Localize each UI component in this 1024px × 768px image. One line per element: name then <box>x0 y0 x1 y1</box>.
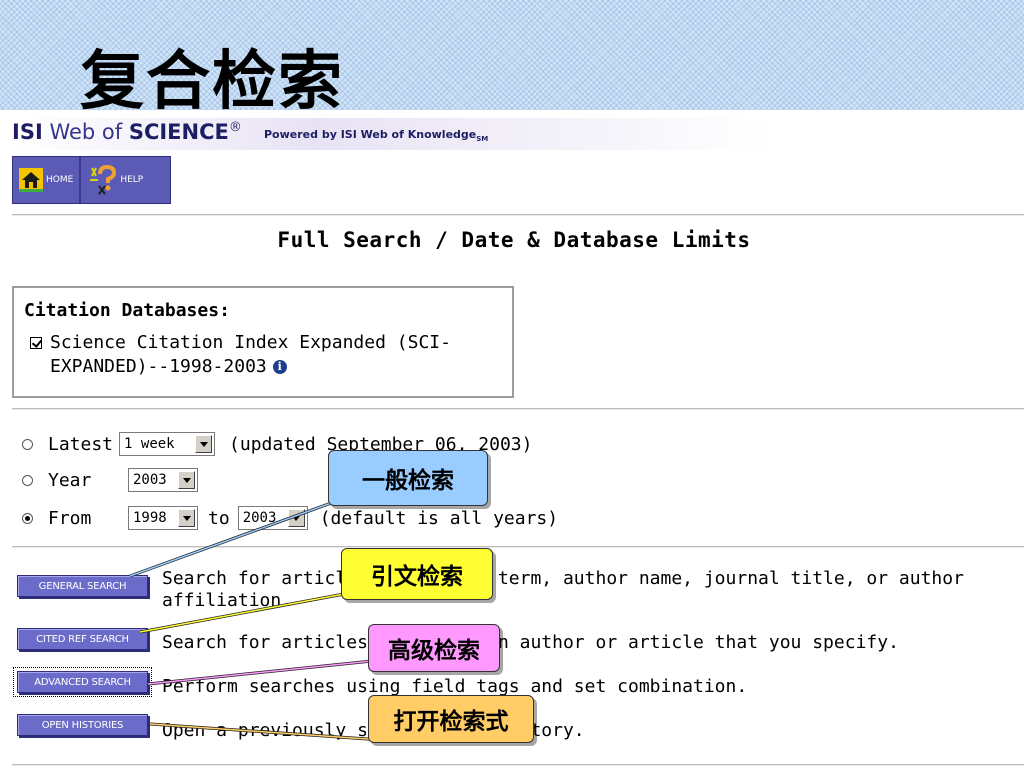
to-label: to <box>208 507 230 529</box>
general-search-button[interactable]: GENERAL SEARCH <box>17 575 148 597</box>
brand-bar: ISI Web of SCIENCE® Powered by ISI Web o… <box>12 118 772 150</box>
nav-toolbar: HOME HELP <box>12 156 171 204</box>
sci-expanded-checkbox[interactable] <box>30 337 42 349</box>
wos-page: ISI Web of SCIENCE® Powered by ISI Web o… <box>0 110 1024 768</box>
open-histories-button[interactable]: OPEN HISTORIES <box>17 714 148 736</box>
year-radio[interactable] <box>22 474 33 486</box>
database-option-sci-expanded: Science Citation Index Expanded (SCI- EX… <box>24 331 502 379</box>
year-label: Year <box>48 469 92 491</box>
callout-advanced-search: 高级检索 <box>368 624 500 672</box>
database-entry-line1: Science Citation Index Expanded (SCI- <box>50 332 451 353</box>
callout-cited-search: 引文检索 <box>341 548 493 600</box>
default-years-note: (default is all years) <box>319 507 559 529</box>
divider <box>12 214 1024 216</box>
help-button[interactable]: HELP <box>79 157 149 203</box>
slide-title: 复合检索 <box>80 45 344 119</box>
citation-databases-title: Citation Databases: <box>24 300 230 321</box>
year-select[interactable]: 2003 <box>128 468 198 492</box>
logo-registered-mark: ® <box>228 120 242 135</box>
advanced-search-button[interactable]: ADVANCED SEARCH <box>13 667 152 697</box>
chevron-down-icon <box>178 509 195 527</box>
callout-open-histories: 打开检索式 <box>368 695 534 743</box>
general-search-description: Search for articles by subject term, aut… <box>162 568 964 612</box>
database-entry-line2: EXPANDED)--1998-2003 <box>50 356 267 377</box>
cited-ref-search-button[interactable]: CITED REF SEARCH <box>17 628 148 650</box>
info-icon[interactable]: i <box>272 360 287 374</box>
powered-by-sm: SM <box>476 135 489 144</box>
logo-isi: ISI <box>12 120 43 144</box>
divider <box>12 764 1024 766</box>
year-value: 2003 <box>133 472 167 488</box>
chevron-down-icon <box>178 471 195 489</box>
latest-label: Latest <box>48 433 114 455</box>
callout-general-search: 一般检索 <box>328 450 488 506</box>
logo-science: SCIENCE <box>128 120 229 144</box>
home-button[interactable]: HOME <box>13 157 79 203</box>
year-option: Year 2003 <box>22 466 198 494</box>
from-end-value: 2003 <box>242 510 277 526</box>
from-end-select[interactable]: 2003 <box>237 506 308 530</box>
from-label: From <box>48 507 92 529</box>
divider <box>12 546 1024 548</box>
from-start-select[interactable]: 1998 <box>128 506 198 530</box>
help-icon <box>87 164 117 196</box>
database-entry-label: Science Citation Index Expanded (SCI- EX… <box>50 331 451 379</box>
isi-web-of-science-logo: ISI Web of SCIENCE® <box>12 120 242 144</box>
latest-period-value: 1 week <box>124 436 175 452</box>
general-search-desc-line1: Search for articles by subject term, aut… <box>162 568 964 589</box>
from-start-value: 1998 <box>133 510 167 526</box>
powered-by-label: Powered by ISI Web of Knowledge <box>264 128 477 141</box>
cited-ref-search-description: Search for articles that cite an author … <box>162 632 899 653</box>
chevron-down-icon <box>195 435 213 453</box>
page-heading: Full Search / Date & Database Limits <box>277 228 751 252</box>
general-search-desc-line2: affiliation. <box>162 590 293 611</box>
home-icon <box>19 168 43 192</box>
latest-period-select[interactable]: 1 week <box>119 432 216 456</box>
citation-databases-panel: Citation Databases: Science Citation Ind… <box>12 286 514 398</box>
from-option: From 1998 to 2003 (default is all years) <box>22 504 558 532</box>
chevron-down-icon <box>287 509 305 527</box>
divider <box>12 408 1024 410</box>
home-label: HOME <box>46 175 74 185</box>
powered-by-text: Powered by ISI Web of KnowledgeSM <box>264 128 488 143</box>
help-label: HELP <box>120 175 144 185</box>
latest-radio[interactable] <box>22 438 33 450</box>
logo-web-of: Web of <box>42 120 129 144</box>
from-radio[interactable] <box>22 512 33 524</box>
